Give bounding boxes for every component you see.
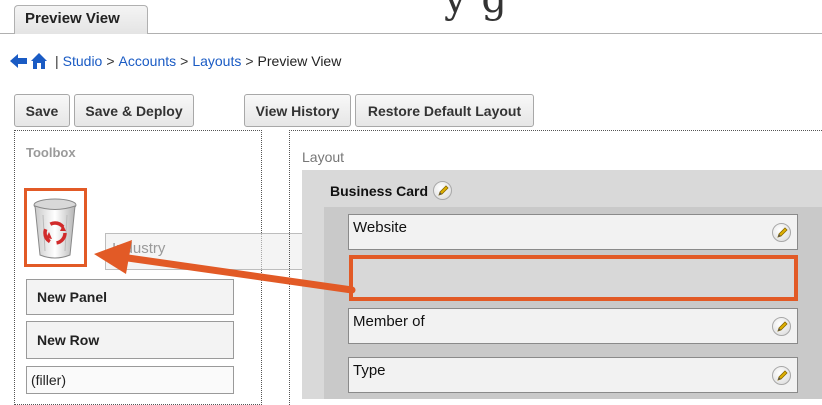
- field-label: Website: [353, 219, 407, 236]
- layout-title: Layout: [302, 149, 345, 165]
- breadcrumb-arrow: >: [245, 53, 254, 69]
- save-deploy-button[interactable]: Save & Deploy: [74, 94, 194, 127]
- pencil-icon[interactable]: [772, 317, 791, 336]
- toolbox-item-new-row[interactable]: New Row: [26, 321, 234, 359]
- breadcrumb-current: Preview View: [257, 53, 342, 69]
- breadcrumb-studio-link[interactable]: Studio: [63, 53, 103, 69]
- layout-field-member-of[interactable]: Member of: [348, 308, 798, 344]
- panel-title-text: Business Card: [330, 182, 429, 199]
- restore-default-layout-button[interactable]: Restore Default Layout: [355, 94, 534, 127]
- empty-field-slot[interactable]: [349, 255, 798, 301]
- panel-title: Business Card: [330, 181, 453, 200]
- breadcrumb-accounts-link[interactable]: Accounts: [119, 53, 177, 69]
- recycle-bin-icon: [33, 198, 77, 259]
- pencil-icon[interactable]: [433, 181, 453, 200]
- back-arrow-icon[interactable]: [10, 53, 28, 69]
- toolbox-item-filler[interactable]: (filler): [26, 366, 234, 394]
- breadcrumb: | Studio > Accounts > Layouts > Preview …: [10, 52, 341, 70]
- cutoff-caption-text: y g: [444, 0, 508, 22]
- field-label: Type: [353, 362, 386, 379]
- layout-field-website[interactable]: Website: [348, 214, 798, 250]
- pencil-icon[interactable]: [772, 223, 791, 242]
- dragged-field-label: Industry: [112, 240, 166, 257]
- breadcrumb-layouts-link[interactable]: Layouts: [192, 53, 241, 69]
- pencil-icon[interactable]: [772, 366, 791, 385]
- view-history-button[interactable]: View History: [244, 94, 351, 127]
- breadcrumb-arrow: >: [106, 53, 115, 69]
- breadcrumb-separator: |: [55, 53, 59, 69]
- layout-field-type[interactable]: Type: [348, 357, 798, 393]
- breadcrumb-arrow: >: [180, 53, 189, 69]
- trash-drop-target[interactable]: [24, 188, 87, 267]
- home-icon[interactable]: [30, 52, 48, 70]
- save-button[interactable]: Save: [14, 94, 70, 127]
- toolbox-item-new-panel[interactable]: New Panel: [26, 279, 234, 315]
- field-label: Member of: [353, 313, 425, 330]
- tab-preview-view[interactable]: Preview View: [14, 5, 148, 34]
- toolbox-title: Toolbox: [26, 145, 76, 160]
